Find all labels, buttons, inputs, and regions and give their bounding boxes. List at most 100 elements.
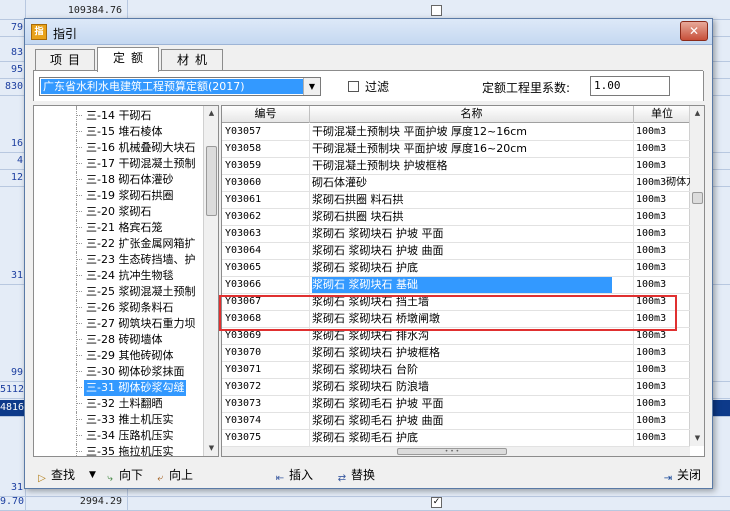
cell-code: Y03070 — [222, 345, 310, 362]
cell-name: 浆砌石 浆砌块石 护坡 平面 — [310, 226, 634, 243]
tree-item[interactable]: 三-24 抗冲生物毯 — [34, 268, 204, 284]
tree-item[interactable]: 三-17 干砌混凝土预制 — [34, 156, 204, 172]
cell-code: Y03057 — [222, 124, 310, 141]
tree-item[interactable]: 三-30 砌体砂浆抹面 — [34, 364, 204, 380]
tree-scrollbar[interactable]: ▲ ▼ — [203, 106, 218, 456]
table-row[interactable]: Y03069 浆砌石 浆砌块石 排水沟 100m3 — [222, 328, 690, 345]
tree-item[interactable]: 三-14 干砌石 — [34, 108, 204, 124]
filter-checkbox[interactable] — [348, 81, 359, 92]
dialog-title: 指引 — [53, 27, 78, 41]
tree-item[interactable]: 三-26 浆砌条料石 — [34, 300, 204, 316]
column-header-unit[interactable]: 单位 — [634, 106, 690, 123]
cell-code: Y03061 — [222, 192, 310, 209]
tree-item[interactable]: 三-35 拖拉机压实 — [34, 444, 204, 456]
cell-unit: 100m3 — [636, 330, 667, 341]
find-next-button[interactable]: ⤷ 向下 — [103, 466, 143, 484]
tree-item[interactable]: 三-23 生态砖挡墙、护 — [34, 252, 204, 268]
scroll-down-icon[interactable]: ▼ — [204, 441, 218, 456]
tree-item[interactable]: 三-18 砌石体灌砂 — [34, 172, 204, 188]
grid-horizontal-scrollbar[interactable]: • • • — [222, 446, 690, 456]
table-row[interactable]: Y03073 浆砌石 浆砌毛石 护坡 平面 100m3 — [222, 396, 690, 413]
replace-button[interactable]: ⇄ 替换 — [335, 466, 375, 484]
find-dropdown-button[interactable]: ▼ — [89, 466, 96, 484]
scroll-up-icon[interactable]: ▲ — [690, 106, 704, 121]
table-row[interactable]: Y03072 浆砌石 浆砌块石 防浪墙 100m3 — [222, 379, 690, 396]
coefficient-input[interactable]: 1.00 — [590, 76, 670, 96]
table-row[interactable]: Y03074 浆砌石 浆砌毛石 护坡 曲面 100m3 — [222, 413, 690, 430]
table-row[interactable]: Y03063 浆砌石 浆砌块石 护坡 平面 100m3 — [222, 226, 690, 243]
grid-scrollbar[interactable]: ▲ ▼ — [689, 106, 704, 446]
grid-header: 编号 名称 单位 — [222, 106, 690, 123]
tree-item[interactable]: 三-19 浆砌石拱圈 — [34, 188, 204, 204]
quota-standard-select[interactable]: 广东省水利水电建筑工程预算定额(2017) ▼ — [39, 77, 321, 96]
table-row[interactable]: Y03062 浆砌石拱圈 块石拱 100m3 — [222, 209, 690, 226]
tree-connector — [76, 268, 82, 276]
column-header-code[interactable]: 编号 — [222, 106, 310, 123]
tab-material-machine[interactable]: 材机 — [161, 49, 223, 71]
cell-name: 浆砌石拱圈 料石拱 — [310, 192, 634, 209]
find-button[interactable]: ▷ 查找 — [35, 466, 75, 484]
scroll-up-icon[interactable]: ▲ — [204, 106, 218, 121]
find-label: 查找 — [51, 468, 76, 482]
tree-item[interactable]: 三-16 机械叠砌大块石 — [34, 140, 204, 156]
bg-cell: 9.70 — [0, 496, 25, 507]
tree-item[interactable]: 三-22 扩张金属网箱扩 — [34, 236, 204, 252]
table-row[interactable]: Y03068 浆砌石 浆砌块石 桥墩闸墩 100m3 — [222, 311, 690, 328]
table-row[interactable]: Y03061 浆砌石拱圈 料石拱 100m3 — [222, 192, 690, 209]
table-row[interactable]: Y03071 浆砌石 浆砌块石 台阶 100m3 — [222, 362, 690, 379]
tree-item-label: 三-19 浆砌石拱圈 — [86, 189, 174, 202]
tree-item[interactable]: 三-31 砌体砂浆勾缝 — [34, 380, 204, 396]
tree-item[interactable]: 三-27 砌筑块石重力坝 — [34, 316, 204, 332]
table-row[interactable]: Y03067 浆砌石 浆砌块石 挡土墙 100m3 — [222, 294, 690, 311]
tree-connector — [76, 412, 82, 420]
replace-label: 替换 — [351, 468, 376, 482]
table-row[interactable]: Y03059 干砌混凝土预制块 护坡框格 100m3 — [222, 158, 690, 175]
tree-item[interactable]: 三-34 压路机压实 — [34, 428, 204, 444]
bg-cell: 99 — [10, 367, 23, 378]
tree-item[interactable]: 三-32 土料翻晒 — [34, 396, 204, 412]
find-previous-button[interactable]: ⤶ 向上 — [153, 466, 193, 484]
grid-hscroll-thumb[interactable]: • • • — [397, 448, 507, 455]
table-row[interactable]: Y03060砌石体灌砂 100m3砌体方 — [222, 175, 690, 192]
bg-cell: 830 — [4, 81, 23, 92]
tree-item[interactable]: 三-25 浆砌混凝土预制 — [34, 284, 204, 300]
cell-name-text: 浆砌石 浆砌块石 桥墩闸墩 — [312, 312, 440, 325]
quota-chapter-tree: ▲ ▼ 三-14 干砌石 三-15 堆石棱体 三-16 机械叠砌大块石 三-17 干砌… — [33, 105, 219, 457]
cell-unit: 100m3 — [636, 347, 667, 358]
table-row[interactable]: Y03070 浆砌石 浆砌块石 护坡框格 100m3 — [222, 345, 690, 362]
tree-item[interactable]: 三-28 砖砌墙体 — [34, 332, 204, 348]
scroll-down-icon[interactable]: ▼ — [690, 431, 704, 446]
table-row[interactable]: Y03057 干砌混凝土预制块 平面护坡 厚度12~16cm 100m3 — [222, 124, 690, 141]
tree-item-label: 三-23 生态砖挡墙、护 — [86, 253, 196, 266]
tree-item[interactable]: 三-20 浆砌石 — [34, 204, 204, 220]
tree-item[interactable]: 三-21 格宾石笼 — [34, 220, 204, 236]
filter-label: 过滤 — [365, 80, 390, 94]
cell-code: Y03073 — [222, 396, 310, 413]
chevron-down-icon[interactable]: ▼ — [303, 78, 320, 95]
table-row[interactable]: Y03065 浆砌石 浆砌块石 护底 100m3 — [222, 260, 690, 277]
dialog-titlebar[interactable]: 指 指引 ✕ — [25, 19, 712, 45]
table-row[interactable]: Y03075 浆砌石 浆砌毛石 护底 100m3 — [222, 430, 690, 447]
cell-name-text: 浆砌石 浆砌块石 防浪墙 — [312, 380, 429, 393]
tree-item[interactable]: 三-33 推土机压实 — [34, 412, 204, 428]
table-row[interactable]: Y03058 干砌混凝土预制块 平面护坡 厚度16~20cm 100m3 — [222, 141, 690, 158]
table-row[interactable]: Y03064 浆砌石 浆砌块石 护坡 曲面 100m3 — [222, 243, 690, 260]
insert-button[interactable]: ⇤ 插入 — [273, 466, 313, 484]
column-header-name[interactable]: 名称 — [310, 106, 634, 123]
bg-checkbox[interactable]: ✓ — [431, 497, 442, 508]
tab-project[interactable]: 项目 — [35, 49, 95, 71]
app-icon: 指 — [31, 24, 47, 40]
tree-item-label: 三-21 格宾石笼 — [86, 221, 163, 234]
close-icon[interactable]: ✕ — [680, 21, 708, 41]
tree-item[interactable]: 三-15 堆石棱体 — [34, 124, 204, 140]
tab-quota[interactable]: 定额 — [97, 47, 159, 72]
bg-cell: 16 — [10, 138, 23, 149]
close-button[interactable]: ⇥ 关闭 — [661, 466, 701, 484]
table-row[interactable]: Y03066 浆砌石 浆砌块石 基础 100m3 — [222, 277, 690, 294]
tree-item[interactable]: 三-29 其他砖砌体 — [34, 348, 204, 364]
cell-name: 干砌混凝土预制块 护坡框格 — [310, 158, 634, 175]
cell-unit: 100m3 — [636, 211, 667, 222]
bg-checkbox[interactable] — [431, 5, 442, 16]
grid-scroll-thumb[interactable] — [692, 192, 703, 204]
tree-scroll-thumb[interactable] — [206, 146, 217, 216]
